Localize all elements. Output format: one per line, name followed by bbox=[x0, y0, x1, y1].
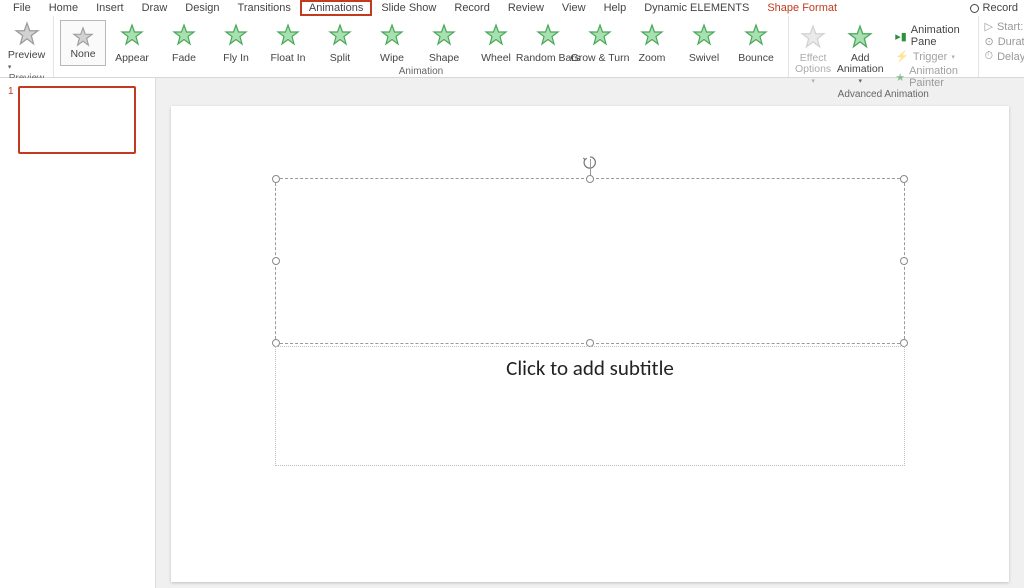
resize-handle[interactable] bbox=[272, 257, 280, 265]
tab-transitions[interactable]: Transitions bbox=[229, 1, 300, 15]
slide-canvas-area[interactable]: Click to add subtitle bbox=[156, 78, 1024, 588]
animation-float-in[interactable]: Float In bbox=[262, 23, 314, 64]
star-icon bbox=[432, 23, 456, 50]
animation-pane-button[interactable]: ▸▮Animation Pane bbox=[895, 24, 965, 48]
animation-swivel[interactable]: Swivel bbox=[678, 23, 730, 64]
preview-button[interactable]: Preview▾ bbox=[6, 20, 47, 73]
record-icon bbox=[970, 4, 979, 13]
resize-handle[interactable] bbox=[272, 175, 280, 183]
menu-bar: File Home Insert Draw Design Transitions… bbox=[0, 0, 1024, 16]
star-icon bbox=[484, 23, 508, 50]
record-button[interactable]: Record bbox=[970, 2, 1020, 14]
tab-draw[interactable]: Draw bbox=[133, 1, 177, 15]
ribbon: Preview▾ Preview None AppearFadeFly InFl… bbox=[0, 16, 1024, 78]
animation-none[interactable]: None bbox=[60, 20, 106, 66]
animation-shape[interactable]: Shape bbox=[418, 23, 470, 64]
slide-number: 1 bbox=[8, 86, 14, 154]
animation-grow-turn[interactable]: Grow & Turn bbox=[574, 23, 626, 64]
animation-appear[interactable]: Appear bbox=[106, 23, 158, 64]
star-icon bbox=[120, 23, 144, 50]
delay-field: ⏱Delay: bbox=[985, 50, 1024, 63]
animation-bounce[interactable]: Bounce bbox=[730, 23, 782, 64]
trigger-button: ⚡Trigger ▾ bbox=[895, 50, 965, 63]
animation-random-bars[interactable]: Random Bars bbox=[522, 23, 574, 64]
slide[interactable]: Click to add subtitle bbox=[171, 106, 1009, 582]
subtitle-placeholder-text: Click to add subtitle bbox=[506, 355, 674, 381]
star-icon bbox=[224, 23, 248, 50]
effect-options-button: EffectOptions ▾ bbox=[795, 23, 831, 87]
star-icon bbox=[276, 23, 300, 50]
resize-handle[interactable] bbox=[900, 175, 908, 183]
tab-home[interactable]: Home bbox=[40, 1, 87, 15]
tab-file[interactable]: File bbox=[4, 1, 40, 15]
star-icon bbox=[640, 23, 664, 50]
trigger-icon: ⚡ bbox=[895, 50, 909, 63]
star-icon bbox=[172, 23, 196, 50]
tab-view[interactable]: View bbox=[553, 1, 595, 15]
animation-wheel[interactable]: Wheel bbox=[470, 23, 522, 64]
resize-handle[interactable] bbox=[900, 257, 908, 265]
title-placeholder[interactable] bbox=[275, 178, 905, 344]
record-label: Record bbox=[983, 2, 1018, 14]
animation-fly-in[interactable]: Fly In bbox=[210, 23, 262, 64]
duration-field: ⊙Duration: bbox=[985, 35, 1024, 48]
tab-review[interactable]: Review bbox=[499, 1, 553, 15]
slide-thumbnail-panel[interactable]: 1 bbox=[0, 78, 156, 588]
tab-shape-format[interactable]: Shape Format bbox=[758, 1, 846, 15]
slide-thumbnail-1[interactable] bbox=[18, 86, 136, 154]
star-icon bbox=[588, 23, 612, 50]
tab-slideshow[interactable]: Slide Show bbox=[372, 1, 445, 15]
star-icon bbox=[744, 23, 768, 50]
subtitle-placeholder[interactable]: Click to add subtitle bbox=[275, 346, 905, 466]
start-field: ▷Start: bbox=[985, 20, 1024, 33]
tab-animations[interactable]: Animations bbox=[300, 0, 372, 16]
pane-icon: ▸▮ bbox=[895, 30, 907, 43]
star-icon bbox=[692, 23, 716, 50]
resize-handle[interactable] bbox=[586, 175, 594, 183]
animation-zoom[interactable]: Zoom bbox=[626, 23, 678, 64]
animation-split[interactable]: Split bbox=[314, 23, 366, 64]
animation-wipe[interactable]: Wipe bbox=[366, 23, 418, 64]
tab-record[interactable]: Record bbox=[445, 1, 498, 15]
tab-insert[interactable]: Insert bbox=[87, 1, 133, 15]
workspace: 1 Click to add subtit bbox=[0, 78, 1024, 588]
tab-help[interactable]: Help bbox=[595, 1, 636, 15]
star-icon bbox=[328, 23, 352, 50]
timing-group: ▷Start: ⊙Duration: ⏱Delay: bbox=[979, 16, 1024, 63]
tab-design[interactable]: Design bbox=[176, 1, 228, 15]
star-icon bbox=[536, 23, 560, 50]
animation-fade[interactable]: Fade bbox=[158, 23, 210, 64]
tab-dynamic-elements[interactable]: Dynamic ELEMENTS bbox=[635, 1, 758, 15]
add-animation-button[interactable]: AddAnimation ▾ bbox=[839, 23, 881, 87]
star-icon bbox=[380, 23, 404, 50]
